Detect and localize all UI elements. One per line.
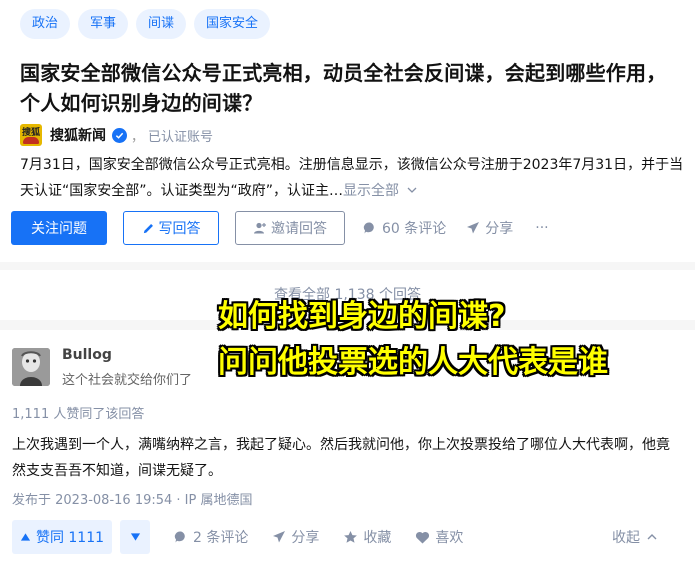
answer-author-name[interactable]: Bullog — [62, 347, 112, 363]
heart-icon — [416, 531, 430, 543]
question-author: 搜狐 搜狐新闻 ， 已认证账号 — [20, 124, 213, 146]
sohu-logo[interactable]: 搜狐 — [20, 124, 42, 146]
verified-label: 已认证账号 — [148, 129, 214, 145]
question-title[interactable]: 国家安全部微信公众号正式亮相，动员全社会反间谍，会起到哪些作用，个人如何识别身边… — [20, 58, 685, 118]
avatar[interactable] — [12, 348, 50, 386]
write-answer-button[interactable]: 写回答 — [123, 211, 219, 245]
topic-tag[interactable]: 政治 — [20, 9, 71, 39]
chevron-up-icon — [647, 534, 657, 540]
triangle-up-icon — [20, 533, 31, 541]
collapse-button[interactable]: 收起 — [612, 527, 658, 547]
pencil-icon — [143, 223, 153, 233]
share-button[interactable]: 分享 — [466, 218, 513, 238]
topic-tag[interactable]: 军事 — [78, 9, 129, 39]
topic-list: 政治 军事 间谍 国家安全 — [20, 9, 271, 39]
answer-body: 上次我遇到一个人，满嘴纳粹之言，我起了疑心。然后我就问他，你上次投票投给了哪位人… — [12, 437, 670, 479]
question-excerpt: 7月31日，国家安全部微信公众号正式亮相。注册信息显示，该微信公众号注册于202… — [20, 157, 684, 199]
more-button[interactable]: ··· — [535, 220, 548, 236]
chevron-down-icon — [408, 187, 417, 193]
separator: ， — [131, 129, 145, 145]
avatar-portrait-icon — [12, 348, 50, 386]
answer-vote-count: 1,111 人赞同了该回答 — [12, 407, 145, 422]
favorite-button[interactable]: 收藏 — [343, 527, 391, 547]
overlay-line-2: 问问他投票选的人大代表是谁 — [218, 345, 608, 380]
answer-actions: 赞同 1111 2 条评论 分享 收藏 喜欢 收起 — [12, 520, 684, 554]
comment-icon — [174, 531, 185, 543]
question-actions: 关注问题 写回答 邀请回答 60 条评论 分享 ··· — [11, 211, 549, 245]
answer-author-bio: 这个社会就交给你们了 — [62, 373, 193, 388]
answer-comments-button[interactable]: 2 条评论 — [174, 527, 248, 547]
upvote-button[interactable]: 赞同 1111 — [12, 520, 112, 554]
triangle-down-icon — [130, 533, 140, 541]
answer-share-button[interactable]: 分享 — [272, 527, 319, 547]
downvote-button[interactable] — [120, 520, 150, 554]
overlay-caption: 如何找到身边的间谍? 问问他投票选的人大代表是谁 — [218, 294, 608, 386]
share-icon — [273, 531, 286, 543]
topic-tag[interactable]: 国家安全 — [194, 9, 271, 39]
invite-answer-button[interactable]: 邀请回答 — [235, 211, 345, 245]
share-icon — [467, 222, 480, 234]
answer-publish-time[interactable]: 发布于 2023-08-16 19:54 · IP 属地德国 — [12, 489, 252, 508]
overlay-line-1: 如何找到身边的间谍? — [218, 299, 506, 334]
comment-icon — [363, 222, 374, 234]
invite-person-icon — [254, 222, 266, 234]
like-button[interactable]: 喜欢 — [415, 527, 463, 547]
comments-button[interactable]: 60 条评论 — [363, 218, 446, 238]
topic-tag[interactable]: 间谍 — [136, 9, 187, 39]
show-all-link[interactable]: 显示全部 — [343, 183, 418, 199]
star-icon — [344, 531, 358, 543]
question-card: 政治 军事 间谍 国家安全 国家安全部微信公众号正式亮相，动员全社会反间谍，会起… — [0, 0, 695, 262]
author-name[interactable]: 搜狐新闻 — [50, 125, 106, 145]
follow-question-button[interactable]: 关注问题 — [11, 211, 107, 245]
verified-check-icon — [112, 127, 127, 143]
